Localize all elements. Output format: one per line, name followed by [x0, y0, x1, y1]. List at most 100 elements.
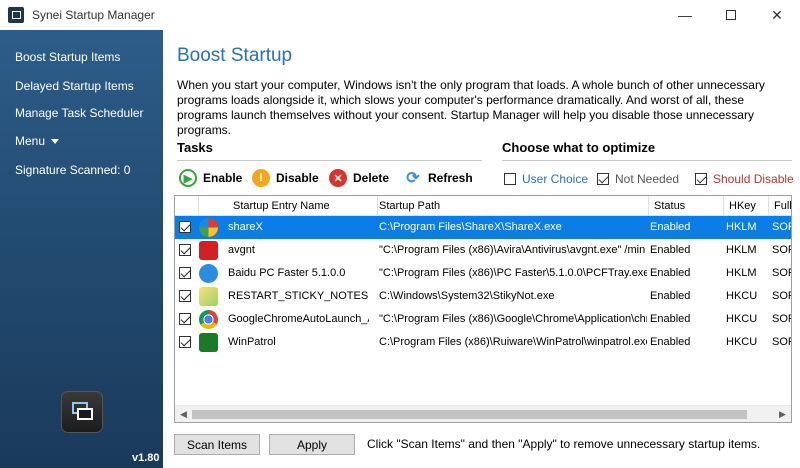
entry-hkey: HKLM: [726, 267, 757, 279]
should-disable-label: Should Disable: [713, 172, 794, 186]
table-header: Startup Entry Name Startup Path Status H…: [175, 196, 791, 216]
sticky-notes-icon: [199, 287, 218, 306]
table-row[interactable]: WinPatrol C:\Program Files (x86)\Ruiware…: [175, 331, 791, 354]
minimize-button[interactable]: —: [662, 0, 708, 30]
maximize-icon: [726, 10, 736, 20]
signature-scanned-count: Signature Scanned: 0: [15, 163, 131, 177]
entry-path: C:\Windows\System32\StikyNot.exe: [379, 290, 555, 302]
row-checkbox[interactable]: [179, 267, 191, 279]
user-choice-option[interactable]: User Choice: [504, 172, 588, 186]
page-description: When you start your computer, Windows is…: [177, 78, 765, 137]
tasks-heading: Tasks: [177, 140, 213, 155]
entry-name: shareX: [228, 221, 263, 233]
entry-path: "C:\Program Files (x86)\Avira\Antivirus\…: [379, 244, 646, 256]
should-disable-checkbox[interactable]: [695, 173, 707, 185]
entry-status: Enabled: [650, 336, 691, 348]
footer-hint: Click "Scan Items" and then "Apply" to r…: [367, 437, 761, 451]
column-header-path[interactable]: Startup Path: [374, 196, 649, 216]
row-checkbox[interactable]: [179, 244, 191, 256]
optimize-heading: Choose what to optimize: [502, 140, 656, 155]
app-logo: [61, 391, 103, 433]
entry-path: C:\Program Files (x86)\Ruiware\WinPatrol…: [379, 336, 647, 348]
column-header-hkey[interactable]: HKey: [724, 196, 769, 216]
sidebar-item-boost-startup[interactable]: Boost Startup Items: [15, 50, 120, 64]
entry-full: SOF: [772, 244, 791, 256]
refresh-icon: ⟳: [406, 170, 420, 187]
sidebar: Boost Startup Items Delayed Startup Item…: [0, 30, 163, 468]
row-checkbox[interactable]: [179, 336, 191, 348]
refresh-label: Refresh: [428, 171, 473, 185]
window-title: Synei Startup Manager: [32, 8, 155, 22]
table-row[interactable]: avgnt "C:\Program Files (x86)\Avira\Anti…: [175, 239, 791, 262]
entry-path: "C:\Program Files (x86)\PC Faster\5.1.0.…: [379, 267, 647, 279]
scan-items-button[interactable]: Scan Items: [174, 434, 260, 455]
sidebar-item-delayed-startup[interactable]: Delayed Startup Items: [15, 79, 134, 93]
scroll-right-icon[interactable]: ▶: [779, 409, 786, 420]
entry-name: GoogleChromeAutoLaunch_A...: [228, 313, 369, 325]
close-button[interactable]: ✕: [754, 0, 800, 30]
entry-full: SOF: [772, 267, 791, 279]
row-checkbox[interactable]: [179, 221, 191, 233]
entry-hkey: HKCU: [726, 290, 758, 302]
entry-full: SOF: [772, 290, 791, 302]
table-row[interactable]: Baidu PC Faster 5.1.0.0 "C:\Program File…: [175, 262, 791, 285]
apply-button[interactable]: Apply: [269, 434, 355, 455]
row-checkbox[interactable]: [179, 313, 191, 325]
sidebar-item-menu[interactable]: Menu: [15, 134, 60, 148]
sidebar-item-task-scheduler[interactable]: Manage Task Scheduler: [15, 106, 144, 120]
entry-path: C:\Program Files\ShareX\ShareX.exe: [379, 221, 562, 233]
user-choice-label: User Choice: [522, 172, 589, 186]
should-disable-option[interactable]: Should Disable: [695, 172, 794, 186]
enable-button[interactable]: ▶ Enable: [179, 168, 242, 188]
entry-name: avgnt: [228, 244, 255, 256]
startup-entries-table[interactable]: Startup Entry Name Startup Path Status H…: [174, 195, 792, 423]
menu-label: Menu: [15, 134, 46, 148]
sharex-icon: [199, 218, 218, 237]
app-icon: [8, 7, 24, 23]
entry-path: "C:\Program Files (x86)\Google\Chrome\Ap…: [379, 313, 647, 325]
entry-hkey: HKCU: [726, 313, 758, 325]
column-header-status[interactable]: Status: [649, 196, 724, 216]
entry-hkey: HKLM: [726, 221, 757, 233]
not-needed-label: Not Needed: [615, 172, 680, 186]
refresh-button[interactable]: ⟳ Refresh: [404, 168, 473, 188]
delete-label: Delete: [353, 171, 390, 185]
pause-icon: !: [252, 169, 270, 187]
table-row[interactable]: RESTART_STICKY_NOTES C:\Windows\System32…: [175, 285, 791, 308]
row-checkbox[interactable]: [179, 290, 191, 302]
entry-name: RESTART_STICKY_NOTES: [228, 290, 369, 302]
horizontal-scrollbar[interactable]: ◀ ▶: [175, 405, 791, 422]
entry-full: SOF: [772, 221, 791, 233]
entry-full: SOF: [772, 313, 791, 325]
tasks-divider: [177, 160, 482, 161]
entry-status: Enabled: [650, 267, 691, 279]
entry-name: WinPatrol: [228, 336, 276, 348]
entry-status: Enabled: [650, 244, 691, 256]
play-icon: ▶: [179, 169, 197, 187]
entry-full: SOF: [772, 336, 791, 348]
page-title: Boost Startup: [177, 45, 293, 66]
baidu-pc-faster-icon: [199, 264, 218, 283]
maximize-button[interactable]: [708, 0, 754, 30]
scrollbar-thumb[interactable]: [192, 410, 747, 419]
delete-button[interactable]: ✕ Delete: [329, 168, 389, 188]
enable-label: Enable: [203, 171, 243, 185]
optimize-divider: [502, 160, 792, 161]
not-needed-checkbox[interactable]: [597, 173, 609, 185]
column-header-full[interactable]: Full: [769, 196, 791, 216]
entry-status: Enabled: [650, 313, 691, 325]
avira-icon: [199, 241, 218, 260]
entry-status: Enabled: [650, 221, 691, 233]
column-header-name[interactable]: Startup Entry Name: [228, 196, 378, 216]
scroll-left-icon[interactable]: ◀: [180, 409, 187, 420]
table-row[interactable]: shareX C:\Program Files\ShareX\ShareX.ex…: [175, 216, 791, 239]
entry-hkey: HKCU: [726, 336, 758, 348]
not-needed-option[interactable]: Not Needed: [597, 172, 679, 186]
disable-button[interactable]: ! Disable: [252, 168, 319, 188]
disable-label: Disable: [276, 171, 319, 185]
entry-status: Enabled: [650, 290, 691, 302]
version-label: v1.80: [132, 452, 160, 464]
chrome-icon: [199, 310, 218, 329]
table-row[interactable]: GoogleChromeAutoLaunch_A... "C:\Program …: [175, 308, 791, 331]
user-choice-checkbox[interactable]: [504, 173, 516, 185]
